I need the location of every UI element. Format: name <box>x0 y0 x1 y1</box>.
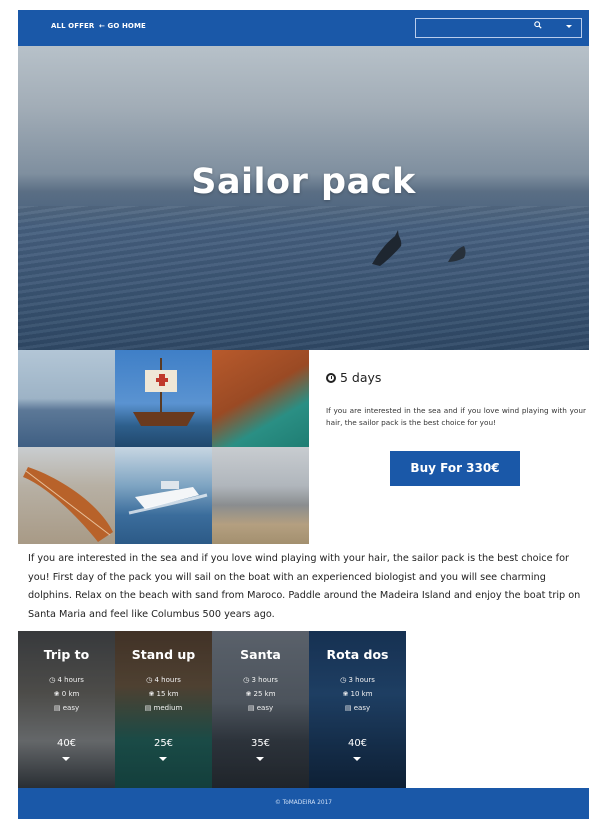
tour-difficulty-value: easy <box>256 704 274 712</box>
dolphin-image <box>372 230 402 266</box>
paw-icon: ❀ <box>53 690 62 698</box>
tour-time: ◷ 3 hours <box>212 676 309 684</box>
long-description: If you are interested in the sea and if … <box>28 553 581 620</box>
tour-title: Stand up <box>131 647 196 662</box>
tour-card[interactable]: Santa ◷ 3 hours ❀ 25 km ▤ easy 35€ <box>212 631 309 788</box>
tour-card[interactable]: Trip to ◷ 4 hours ❀ 0 km ▤ easy 40€ <box>18 631 115 788</box>
short-description: If you are interested in the sea and if … <box>326 406 586 427</box>
tour-time-value: 4 hours <box>57 676 84 684</box>
gallery-photo[interactable] <box>212 350 309 447</box>
map-icon: ▤ <box>144 704 154 712</box>
gallery-photo[interactable] <box>18 447 115 544</box>
tour-card[interactable]: Rota dos ◷ 3 hours ❀ 10 km ▤ easy 40€ <box>309 631 406 788</box>
tour-title: Rota dos <box>326 647 389 662</box>
all-offer-link[interactable]: ALL OFFER <box>51 22 94 30</box>
map-icon: ▤ <box>53 704 63 712</box>
tour-price: 40€ <box>56 738 77 749</box>
paw-icon: ❀ <box>245 690 254 698</box>
tour-time-value: 4 hours <box>154 676 181 684</box>
gallery-photo[interactable] <box>115 350 212 447</box>
sea-image <box>18 206 589 350</box>
tour-difficulty-value: easy <box>353 704 371 712</box>
gallery-photo[interactable] <box>18 350 115 447</box>
tour-difficulty-value: easy <box>62 704 80 712</box>
gallery-photo[interactable] <box>212 447 309 544</box>
chevron-down-icon[interactable] <box>566 25 572 28</box>
chevron-down-icon[interactable] <box>159 757 167 761</box>
tour-distance: ❀ 0 km <box>18 690 115 698</box>
tour-price: 40€ <box>347 738 368 749</box>
search-icon[interactable] <box>534 21 542 29</box>
tour-distance-value: 15 km <box>156 690 179 698</box>
go-home-link[interactable]: ← GO HOME <box>99 22 146 30</box>
arrow-left-icon: ← <box>99 22 105 30</box>
tour-time: ◷ 4 hours <box>115 676 212 684</box>
paddleboard-image <box>23 467 113 542</box>
tour-distance-value: 25 km <box>253 690 276 698</box>
page-title: Sailor pack <box>191 162 416 202</box>
duration-value: 5 days <box>340 370 382 385</box>
search-input[interactable] <box>415 18 582 38</box>
tour-time: ◷ 4 hours <box>18 676 115 684</box>
tour-distance: ❀ 15 km <box>115 690 212 698</box>
footer: © ToMADEIRA 2017 <box>18 788 589 819</box>
chevron-down-icon[interactable] <box>353 757 361 761</box>
page: ALL OFFER ← GO HOME Sailor pack 5 days I… <box>18 10 589 819</box>
paw-icon: ❀ <box>342 690 351 698</box>
tour-difficulty: ▤ medium <box>115 704 212 712</box>
tour-distance-value: 10 km <box>350 690 373 698</box>
map-icon: ▤ <box>247 704 257 712</box>
boat-image <box>128 481 208 515</box>
clock-icon <box>326 372 336 383</box>
chevron-down-icon[interactable] <box>256 757 264 761</box>
buy-button[interactable]: Buy For 330€ <box>390 451 520 486</box>
tours-list: Trip to ◷ 4 hours ❀ 0 km ▤ easy 40€ Stan… <box>18 631 407 788</box>
tour-title: Trip to <box>43 647 90 662</box>
go-home-label: GO HOME <box>107 22 146 30</box>
chevron-down-icon[interactable] <box>62 757 70 761</box>
ship-image <box>133 358 195 426</box>
tour-time-value: 3 hours <box>251 676 278 684</box>
tour-difficulty: ▤ easy <box>212 704 309 712</box>
tour-distance-value: 0 km <box>61 690 80 698</box>
copyright: © ToMADEIRA 2017 <box>275 800 332 806</box>
tour-card[interactable]: Stand up ◷ 4 hours ❀ 15 km ▤ medium 25€ <box>115 631 212 788</box>
tour-difficulty: ▤ easy <box>309 704 406 712</box>
photo-gallery <box>18 350 309 544</box>
duration: 5 days <box>326 370 381 385</box>
map-icon: ▤ <box>344 704 354 712</box>
gallery-photo[interactable] <box>115 447 212 544</box>
tour-time: ◷ 3 hours <box>309 676 406 684</box>
top-navbar: ALL OFFER ← GO HOME <box>18 10 589 46</box>
tour-distance: ❀ 25 km <box>212 690 309 698</box>
dolphin-image <box>448 246 466 262</box>
tour-distance: ❀ 10 km <box>309 690 406 698</box>
paw-icon: ❀ <box>148 690 157 698</box>
tour-price: 25€ <box>153 738 174 749</box>
tour-price: 35€ <box>250 738 271 749</box>
tour-time-value: 3 hours <box>348 676 375 684</box>
hero-banner: Sailor pack <box>18 46 589 350</box>
tour-difficulty-value: medium <box>153 704 183 712</box>
tour-title: Santa <box>240 647 281 662</box>
tour-difficulty: ▤ easy <box>18 704 115 712</box>
